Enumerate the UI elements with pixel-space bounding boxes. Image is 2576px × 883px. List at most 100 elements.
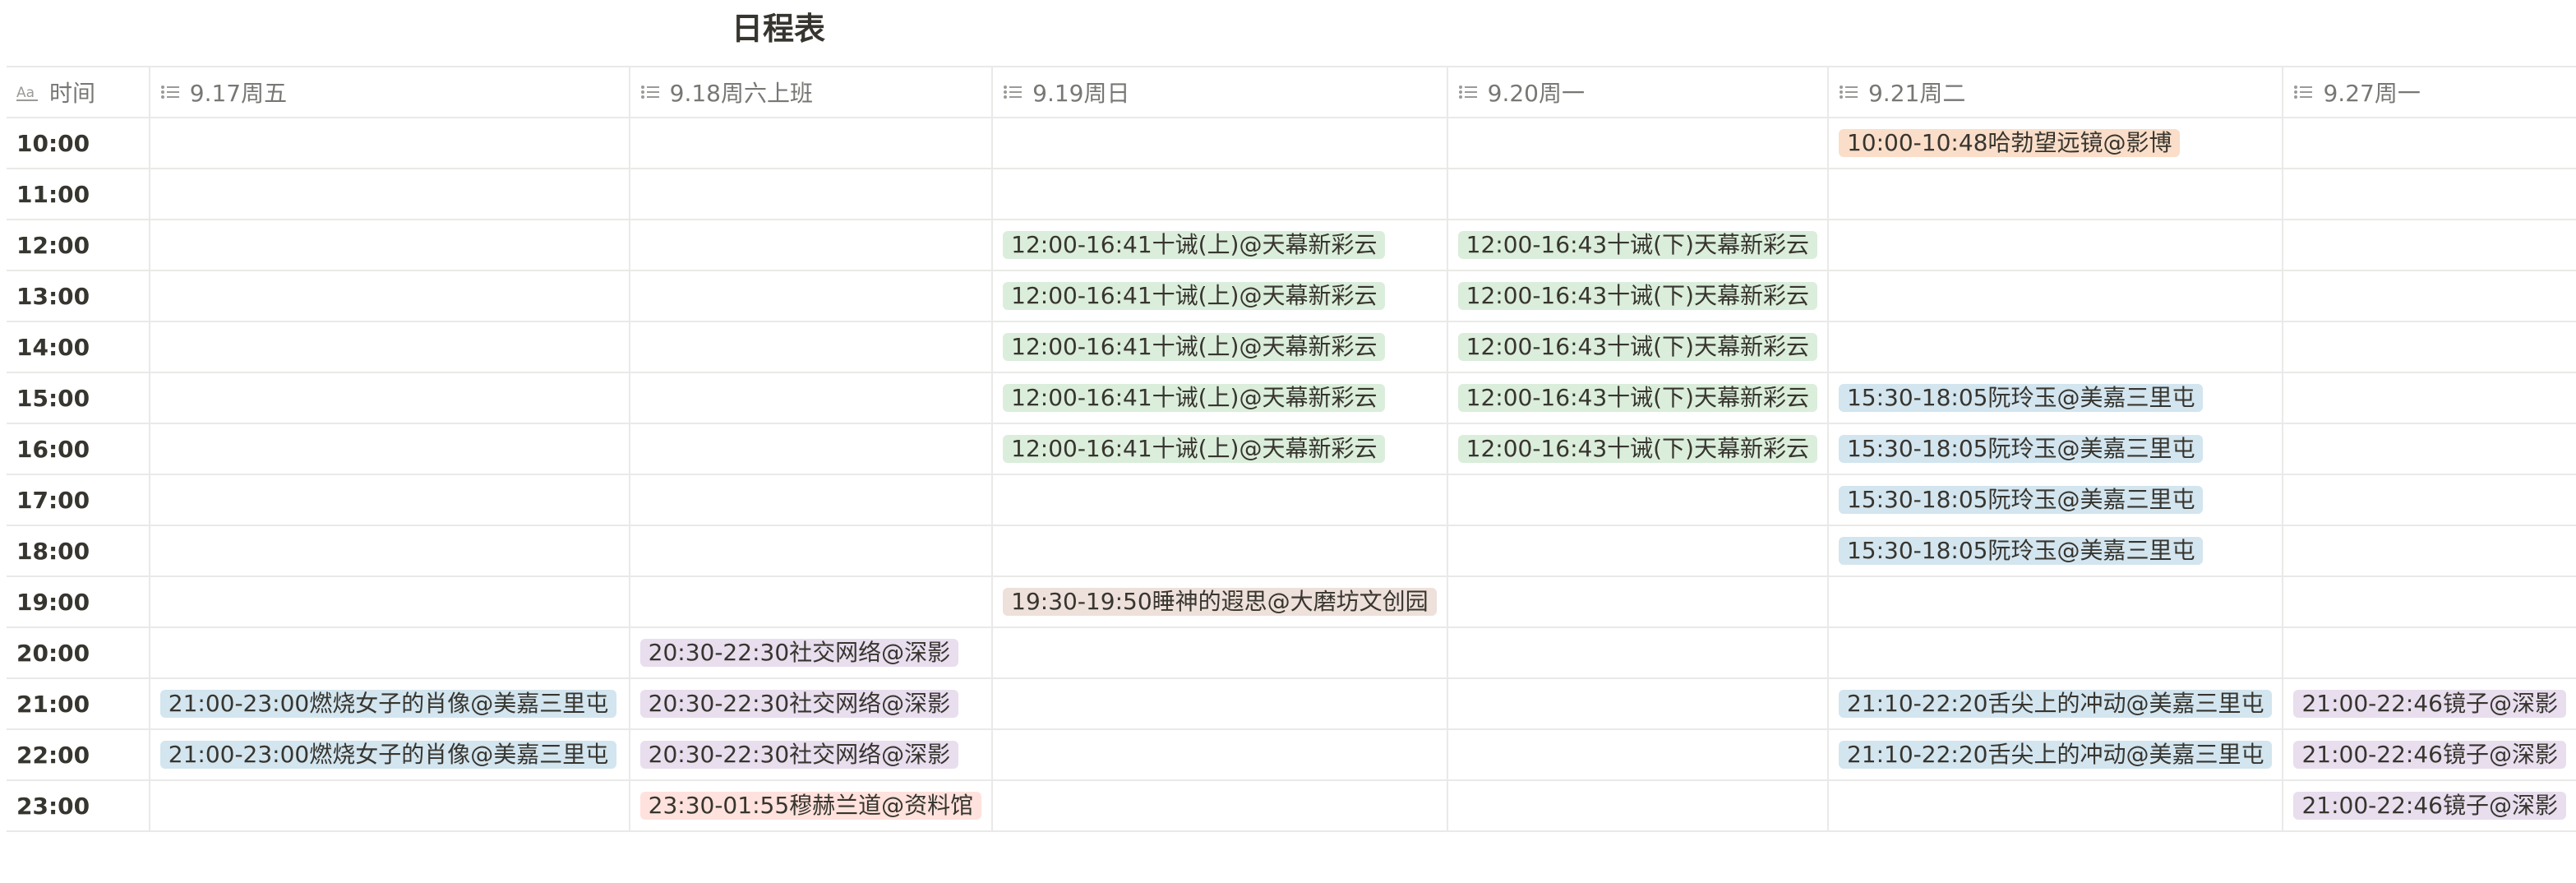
column-header-day[interactable]: 9.21周二 — [1826, 66, 2284, 118]
schedule-cell[interactable] — [2282, 423, 2576, 475]
event-tag[interactable]: 21:00-22:46镜子@深影 — [2293, 792, 2566, 820]
schedule-cell[interactable] — [1826, 270, 2284, 322]
schedule-cell[interactable] — [148, 423, 630, 475]
event-tag[interactable]: 12:00-16:41十诫(上)@天幕新彩云 — [1003, 333, 1386, 361]
schedule-cell[interactable] — [1446, 525, 1829, 577]
time-cell[interactable]: 14:00 — [7, 321, 150, 373]
schedule-cell[interactable] — [1826, 626, 2284, 679]
schedule-cell[interactable] — [1446, 728, 1829, 781]
schedule-cell[interactable] — [628, 270, 994, 322]
schedule-cell[interactable]: 10:00-10:48哈勃望远镜@影博 — [1826, 117, 2284, 169]
event-tag[interactable]: 12:00-16:43十诫(下)天幕新彩云 — [1457, 333, 1817, 361]
schedule-cell[interactable] — [1826, 219, 2284, 271]
event-tag[interactable]: 10:00-10:48哈勃望远镜@影博 — [1838, 129, 2181, 157]
event-tag[interactable]: 21:10-22:20舌尖上的冲动@美嘉三里屯 — [1838, 741, 2273, 769]
event-tag[interactable]: 21:10-22:20舌尖上的冲动@美嘉三里屯 — [1838, 690, 2273, 718]
schedule-cell[interactable]: 12:00-16:41十诫(上)@天幕新彩云 — [991, 321, 1448, 373]
event-tag[interactable]: 12:00-16:43十诫(下)天幕新彩云 — [1457, 231, 1817, 259]
schedule-cell[interactable] — [148, 270, 630, 322]
schedule-cell[interactable] — [148, 168, 630, 220]
schedule-cell[interactable]: 21:00-22:46镜子@深影 — [2282, 779, 2576, 832]
schedule-cell[interactable]: 20:30-22:30社交网络@深影 — [628, 728, 994, 781]
schedule-cell[interactable] — [148, 576, 630, 628]
schedule-cell[interactable] — [991, 525, 1448, 577]
schedule-cell[interactable] — [991, 677, 1448, 730]
event-tag[interactable]: 15:30-18:05阮玲玉@美嘉三里屯 — [1838, 486, 2204, 514]
schedule-cell[interactable] — [1446, 576, 1829, 628]
schedule-cell[interactable]: 12:00-16:43十诫(下)天幕新彩云 — [1446, 372, 1829, 424]
time-cell[interactable]: 18:00 — [7, 525, 150, 577]
event-tag[interactable]: 15:30-18:05阮玲玉@美嘉三里屯 — [1838, 537, 2204, 565]
event-tag[interactable]: 12:00-16:41十诫(上)@天幕新彩云 — [1003, 435, 1386, 463]
schedule-cell[interactable] — [2282, 270, 2576, 322]
schedule-cell[interactable]: 20:30-22:30社交网络@深影 — [628, 677, 994, 730]
schedule-cell[interactable]: 21:00-22:46镜子@深影 — [2282, 728, 2576, 781]
event-tag[interactable]: 20:30-22:30社交网络@深影 — [639, 690, 959, 718]
schedule-cell[interactable]: 23:30-01:55穆赫兰道@资料馆 — [628, 779, 994, 832]
column-header-day[interactable]: 9.19周日 — [991, 66, 1448, 118]
schedule-cell[interactable] — [148, 626, 630, 679]
schedule-cell[interactable] — [1446, 677, 1829, 730]
time-cell[interactable]: 10:00 — [7, 117, 150, 169]
schedule-cell[interactable] — [1826, 779, 2284, 832]
event-tag[interactable]: 21:00-22:46镜子@深影 — [2293, 690, 2566, 718]
schedule-cell[interactable] — [148, 525, 630, 577]
time-cell[interactable]: 13:00 — [7, 270, 150, 322]
schedule-cell[interactable] — [1826, 576, 2284, 628]
schedule-cell[interactable]: 21:00-23:00燃烧女子的肖像@美嘉三里屯 — [148, 677, 630, 730]
time-cell[interactable]: 17:00 — [7, 474, 150, 526]
schedule-cell[interactable] — [148, 321, 630, 373]
schedule-cell[interactable] — [991, 168, 1448, 220]
schedule-cell[interactable]: 21:00-23:00燃烧女子的肖像@美嘉三里屯 — [148, 728, 630, 781]
event-tag[interactable]: 23:30-01:55穆赫兰道@资料馆 — [639, 792, 982, 820]
time-cell[interactable]: 21:00 — [7, 677, 150, 730]
event-tag[interactable]: 12:00-16:41十诫(上)@天幕新彩云 — [1003, 282, 1386, 310]
time-cell[interactable]: 23:00 — [7, 779, 150, 832]
column-header-time[interactable]: Aa 时间 — [7, 66, 150, 118]
column-header-day[interactable]: 9.18周六上班 — [628, 66, 994, 118]
event-tag[interactable]: 12:00-16:43十诫(下)天幕新彩云 — [1457, 282, 1817, 310]
schedule-cell[interactable] — [628, 423, 994, 475]
schedule-cell[interactable]: 21:00-22:46镜子@深影 — [2282, 677, 2576, 730]
schedule-cell[interactable] — [628, 372, 994, 424]
schedule-cell[interactable] — [2282, 626, 2576, 679]
time-cell[interactable]: 15:00 — [7, 372, 150, 424]
schedule-cell[interactable] — [628, 168, 994, 220]
event-tag[interactable]: 21:00-23:00燃烧女子的肖像@美嘉三里屯 — [159, 690, 617, 718]
schedule-cell[interactable] — [2282, 474, 2576, 526]
schedule-cell[interactable] — [2282, 576, 2576, 628]
schedule-cell[interactable] — [1446, 474, 1829, 526]
schedule-cell[interactable] — [991, 117, 1448, 169]
schedule-cell[interactable] — [628, 474, 994, 526]
schedule-cell[interactable]: 12:00-16:41十诫(上)@天幕新彩云 — [991, 219, 1448, 271]
schedule-cell[interactable] — [1446, 626, 1829, 679]
time-cell[interactable]: 20:00 — [7, 626, 150, 679]
time-cell[interactable]: 19:00 — [7, 576, 150, 628]
event-tag[interactable]: 19:30-19:50睡神的遐思@大磨坊文创园 — [1003, 588, 1437, 616]
event-tag[interactable]: 21:00-23:00燃烧女子的肖像@美嘉三里屯 — [159, 741, 617, 769]
schedule-cell[interactable]: 15:30-18:05阮玲玉@美嘉三里屯 — [1826, 423, 2284, 475]
column-header-day[interactable]: 9.27周一 — [2282, 66, 2576, 118]
column-header-day[interactable]: 9.20周一 — [1446, 66, 1829, 118]
schedule-cell[interactable] — [2282, 372, 2576, 424]
time-cell[interactable]: 11:00 — [7, 168, 150, 220]
event-tag[interactable]: 21:00-22:46镜子@深影 — [2293, 741, 2566, 769]
schedule-cell[interactable] — [1826, 321, 2284, 373]
schedule-cell[interactable]: 19:30-19:50睡神的遐思@大磨坊文创园 — [991, 576, 1448, 628]
event-tag[interactable]: 20:30-22:30社交网络@深影 — [639, 741, 959, 769]
schedule-cell[interactable] — [1446, 168, 1829, 220]
schedule-cell[interactable]: 12:00-16:41十诫(上)@天幕新彩云 — [991, 423, 1448, 475]
schedule-cell[interactable]: 15:30-18:05阮玲玉@美嘉三里屯 — [1826, 474, 2284, 526]
time-cell[interactable]: 16:00 — [7, 423, 150, 475]
column-header-day[interactable]: 9.17周五 — [148, 66, 630, 118]
schedule-cell[interactable]: 21:10-22:20舌尖上的冲动@美嘉三里屯 — [1826, 728, 2284, 781]
schedule-cell[interactable] — [991, 779, 1448, 832]
schedule-cell[interactable] — [148, 117, 630, 169]
event-tag[interactable]: 15:30-18:05阮玲玉@美嘉三里屯 — [1838, 384, 2204, 412]
time-cell[interactable]: 22:00 — [7, 728, 150, 781]
event-tag[interactable]: 12:00-16:41十诫(上)@天幕新彩云 — [1003, 384, 1386, 412]
schedule-cell[interactable]: 15:30-18:05阮玲玉@美嘉三里屯 — [1826, 525, 2284, 577]
schedule-cell[interactable] — [1446, 779, 1829, 832]
time-cell[interactable]: 12:00 — [7, 219, 150, 271]
schedule-cell[interactable] — [148, 372, 630, 424]
